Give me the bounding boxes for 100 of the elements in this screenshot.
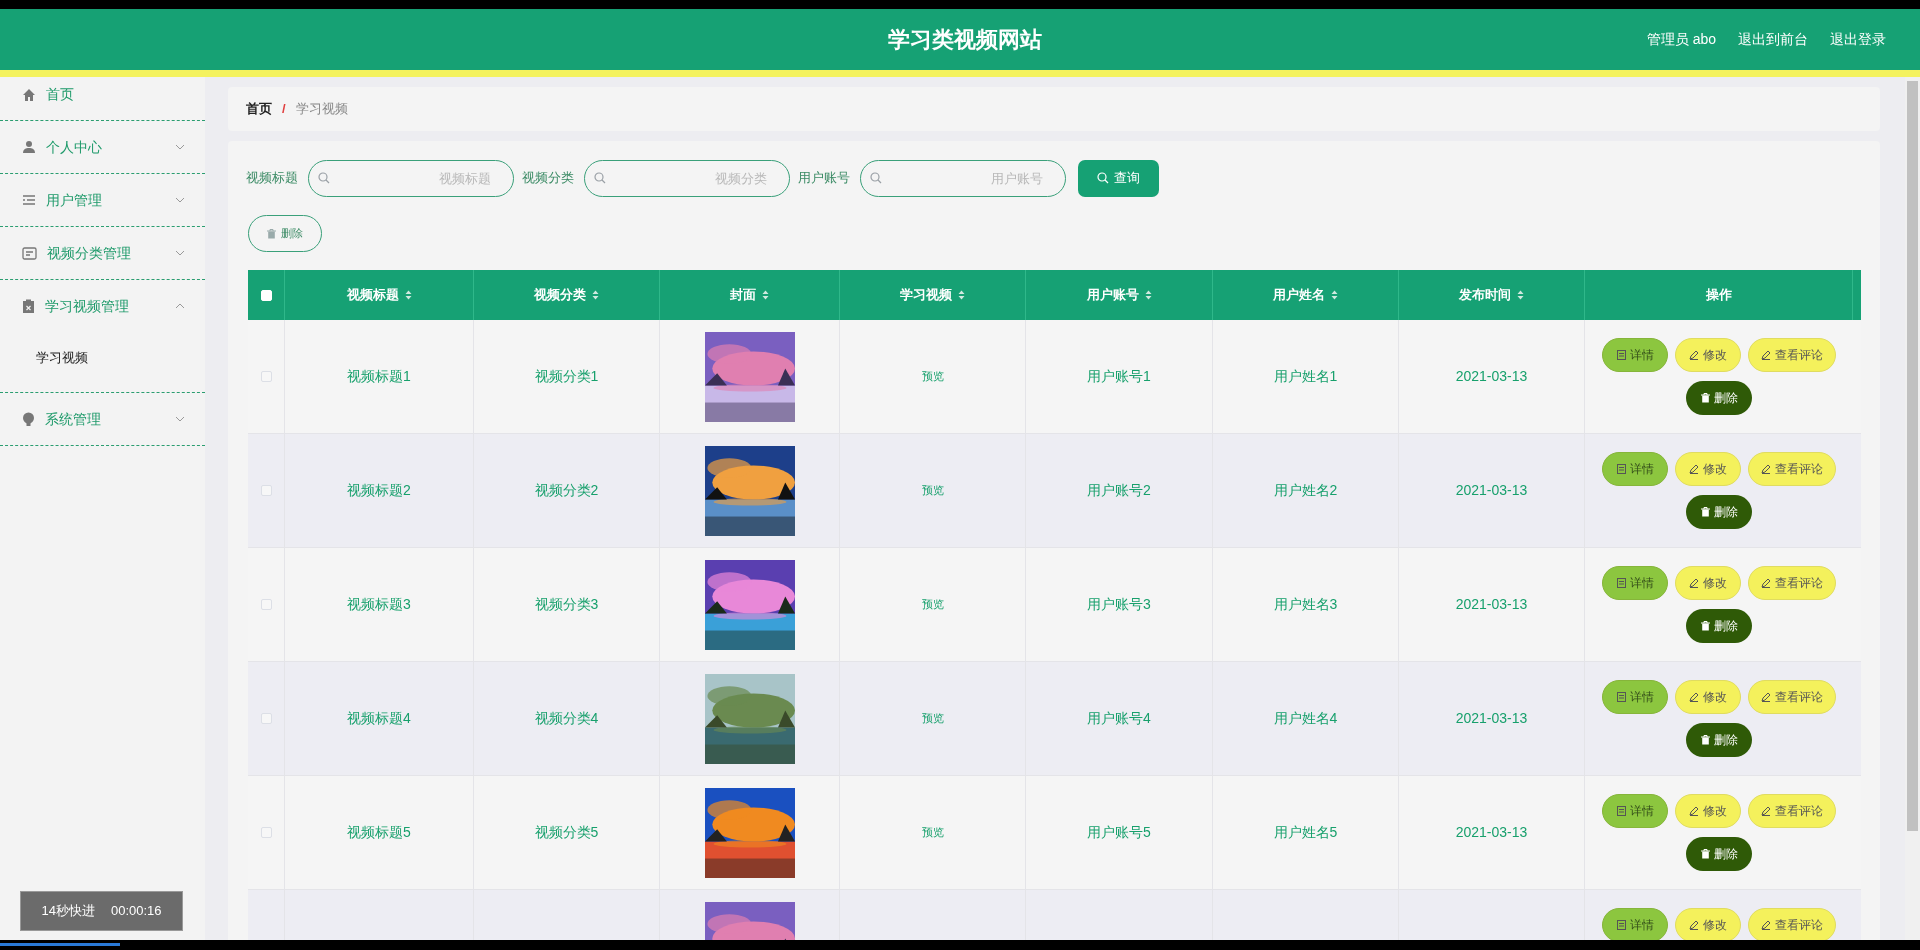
checkbox[interactable]	[260, 713, 272, 724]
chevron-icon	[175, 250, 185, 256]
header-link[interactable]: 退出登录	[1830, 29, 1886, 50]
action-button[interactable]: 详情	[1602, 452, 1668, 486]
preview-link[interactable]: 预览	[921, 482, 944, 499]
action-button[interactable]: 查看评论	[1748, 908, 1836, 940]
table-cell-text: 用户账号4	[1087, 709, 1151, 728]
field-label: 视频分类	[522, 169, 574, 188]
action-button[interactable]: 查看评论	[1748, 452, 1836, 486]
action-button[interactable]: 详情	[1602, 338, 1668, 372]
chevron-icon	[175, 303, 185, 309]
action-button[interactable]: 查看评论	[1748, 680, 1836, 714]
pencil-icon	[1761, 350, 1771, 360]
sort-icon[interactable]	[1144, 290, 1152, 300]
action-button[interactable]: 修改	[1675, 338, 1741, 372]
action-button[interactable]: 详情	[1602, 908, 1668, 940]
checkbox[interactable]	[260, 599, 272, 610]
breadcrumb-separator: /	[282, 100, 286, 119]
search-field[interactable]: 用户账号	[860, 159, 1066, 197]
action-button[interactable]: 查看评论	[1748, 338, 1836, 372]
checkbox[interactable]	[260, 371, 272, 382]
table-cell-text: 视频标题3	[347, 595, 411, 614]
breadcrumb-current: 学习视频	[295, 100, 348, 119]
list-icon	[22, 193, 36, 207]
action-button[interactable]: 删除	[1686, 609, 1752, 643]
column-header: 学习视频	[900, 286, 952, 305]
trash-icon	[1700, 621, 1710, 631]
column-header: 用户账号	[1086, 286, 1139, 305]
table-cell-text: 2021-03-13	[1455, 595, 1528, 614]
action-button[interactable]: 删除	[1686, 495, 1752, 529]
table-cell-text: 用户账号5	[1087, 823, 1151, 842]
action-button[interactable]: 修改	[1675, 794, 1741, 828]
sidebar-item[interactable]: 系统管理	[0, 393, 205, 445]
pencil-icon	[1689, 920, 1699, 930]
table-cell-text: 用户姓名4	[1273, 709, 1338, 728]
chevron-icon	[175, 144, 185, 150]
action-button[interactable]: 修改	[1675, 566, 1741, 600]
checkbox[interactable]	[260, 827, 272, 838]
field-label: 视频标题	[246, 169, 298, 188]
clipboard-icon	[22, 298, 35, 314]
action-button[interactable]: 修改	[1675, 680, 1741, 714]
sort-icon[interactable]	[958, 290, 965, 300]
action-button[interactable]: 查看评论	[1748, 794, 1836, 828]
table-cell-text: 用户姓名1	[1273, 367, 1338, 386]
user-icon	[22, 140, 36, 154]
sidebar-item[interactable]: 个人中心	[0, 121, 205, 173]
preview-link[interactable]: 预览	[921, 710, 944, 727]
table-cell-text: 2021-03-13	[1455, 367, 1528, 386]
action-button[interactable]: 删除	[1686, 723, 1752, 757]
action-button[interactable]: 查看评论	[1748, 566, 1836, 600]
bulb-icon	[22, 411, 35, 427]
table-cell-text: 视频分类5	[534, 823, 599, 842]
recorder-label: 14秒快进	[41, 902, 95, 921]
pencil-icon	[1689, 806, 1699, 816]
document-icon	[1616, 350, 1626, 360]
checkbox[interactable]	[260, 485, 272, 496]
preview-link[interactable]: 预览	[921, 368, 944, 385]
document-icon	[1616, 920, 1626, 930]
trash-icon	[1700, 735, 1710, 745]
pencil-icon	[1689, 464, 1699, 474]
table-cell-text: 视频分类2	[534, 481, 599, 500]
sidebar-subitem[interactable]: 学习视频	[0, 332, 205, 384]
table-cell-text: 2021-03-13	[1455, 481, 1528, 500]
column-header: 视频标题	[346, 286, 399, 305]
sidebar-item[interactable]: 首页	[0, 77, 205, 120]
pencil-icon	[1761, 806, 1771, 816]
table-cell-text: 视频分类1	[534, 367, 599, 386]
search-field[interactable]: 视频分类	[584, 159, 790, 197]
action-button[interactable]: 详情	[1602, 794, 1668, 828]
action-button[interactable]: 修改	[1675, 908, 1741, 940]
sort-icon[interactable]	[1331, 290, 1338, 300]
action-button[interactable]: 详情	[1602, 680, 1668, 714]
search-button[interactable]: 查询	[1078, 159, 1159, 197]
table-cell-text: 视频分类4	[534, 709, 599, 728]
chevron-icon	[175, 416, 185, 422]
table-cell-text: 视频标题5	[347, 823, 411, 842]
preview-link[interactable]: 预览	[921, 824, 944, 841]
table-cell-text: 视频标题1	[347, 367, 411, 386]
sort-icon[interactable]	[592, 290, 599, 300]
search-icon	[318, 171, 330, 184]
action-button[interactable]: 删除	[1686, 381, 1752, 415]
pencil-icon	[1761, 920, 1771, 930]
breadcrumb-link[interactable]: 首页	[246, 99, 272, 119]
sidebar-item[interactable]: 视频分类管理	[0, 227, 205, 279]
action-button[interactable]: 删除	[1686, 837, 1752, 871]
column-header: 用户姓名	[1273, 286, 1325, 305]
header-link[interactable]: 退出到前台	[1738, 29, 1808, 50]
action-button[interactable]: 详情	[1602, 566, 1668, 600]
sidebar-item[interactable]: 用户管理	[0, 174, 205, 226]
sidebar-item[interactable]: 学习视频管理	[0, 280, 205, 332]
search-icon	[1097, 172, 1109, 184]
sort-icon[interactable]	[1517, 290, 1524, 300]
field-label: 用户账号	[798, 169, 850, 188]
header-link[interactable]: 管理员 abo	[1646, 29, 1716, 50]
document-icon	[1616, 578, 1626, 588]
preview-link[interactable]: 预览	[921, 596, 944, 613]
sort-icon[interactable]	[404, 290, 412, 300]
trash-icon	[267, 228, 276, 239]
action-button[interactable]: 修改	[1675, 452, 1741, 486]
sort-icon[interactable]	[762, 290, 769, 300]
